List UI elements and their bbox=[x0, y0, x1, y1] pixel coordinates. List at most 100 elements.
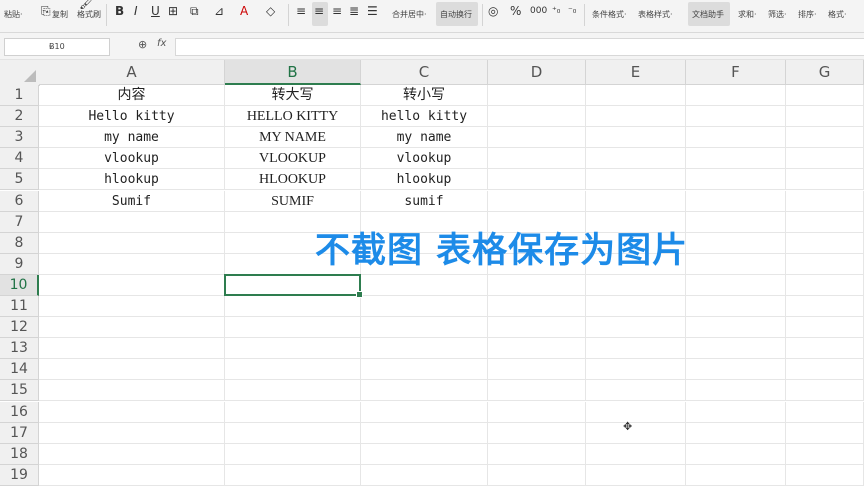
cell-g19[interactable] bbox=[786, 464, 864, 486]
cell-a3[interactable]: my name bbox=[39, 127, 225, 149]
cell-f19[interactable] bbox=[686, 464, 786, 486]
cell-b4[interactable]: VLOOKUP bbox=[225, 148, 361, 170]
cell-c3[interactable]: my name bbox=[361, 127, 488, 149]
cell-f17[interactable] bbox=[686, 422, 786, 444]
thousand-sep-icon[interactable]: 000 bbox=[530, 4, 547, 18]
cell-g2[interactable] bbox=[786, 106, 864, 128]
doc-assistant-button[interactable]: 文档助手 bbox=[692, 10, 724, 20]
cell-e13[interactable] bbox=[586, 338, 686, 360]
cell-f13[interactable] bbox=[686, 338, 786, 360]
cell-f9[interactable] bbox=[686, 253, 786, 275]
cell-e19[interactable] bbox=[586, 464, 686, 486]
cell-e3[interactable] bbox=[586, 127, 686, 149]
underline-button[interactable]: U bbox=[151, 4, 160, 18]
cell-b16[interactable] bbox=[225, 401, 361, 423]
cell-g11[interactable] bbox=[786, 296, 864, 318]
cell-c4[interactable]: vlookup bbox=[361, 148, 488, 170]
align-left-icon[interactable]: ≡ bbox=[296, 4, 306, 18]
cell-e11[interactable] bbox=[586, 296, 686, 318]
cell-e16[interactable] bbox=[586, 401, 686, 423]
cell-g15[interactable] bbox=[786, 380, 864, 402]
cell-b17[interactable] bbox=[225, 422, 361, 444]
row-header-12[interactable]: 12 bbox=[0, 317, 39, 339]
sum-button[interactable]: 求和· bbox=[738, 10, 757, 20]
cell-b6[interactable]: SUMIF bbox=[225, 190, 361, 212]
cell-e12[interactable] bbox=[586, 317, 686, 339]
distribute-icon[interactable]: ☰ bbox=[367, 4, 378, 18]
cell-f12[interactable] bbox=[686, 317, 786, 339]
cell-b14[interactable] bbox=[225, 359, 361, 381]
row-header-8[interactable]: 8 bbox=[0, 232, 39, 254]
cell-f18[interactable] bbox=[686, 443, 786, 465]
cell-d5[interactable] bbox=[488, 169, 586, 191]
cell-d11[interactable] bbox=[488, 296, 586, 318]
cell-b18[interactable] bbox=[225, 443, 361, 465]
cell-c11[interactable] bbox=[361, 296, 488, 318]
wrap-text-button[interactable]: 自动换行 bbox=[440, 10, 472, 20]
cell-c17[interactable] bbox=[361, 422, 488, 444]
fill-color-icon[interactable]: ⧉ bbox=[190, 4, 199, 18]
row-header-17[interactable]: 17 bbox=[0, 422, 39, 444]
cell-d14[interactable] bbox=[488, 359, 586, 381]
cell-f6[interactable] bbox=[686, 190, 786, 212]
align-right-icon[interactable]: ≡ bbox=[332, 4, 342, 18]
cell-d12[interactable] bbox=[488, 317, 586, 339]
cell-b11[interactable] bbox=[225, 296, 361, 318]
cell-c2[interactable]: hello kitty bbox=[361, 106, 488, 128]
cell-c10[interactable] bbox=[361, 274, 488, 296]
select-all-corner[interactable] bbox=[0, 60, 40, 86]
cell-b5[interactable]: HLOOKUP bbox=[225, 169, 361, 191]
cell-e1[interactable] bbox=[586, 85, 686, 107]
cell-g14[interactable] bbox=[786, 359, 864, 381]
merge-center-button[interactable]: 合并居中· bbox=[392, 10, 427, 20]
cell-f3[interactable] bbox=[686, 127, 786, 149]
cell-c18[interactable] bbox=[361, 443, 488, 465]
cell-d13[interactable] bbox=[488, 338, 586, 360]
cell-g8[interactable] bbox=[786, 232, 864, 254]
column-header-c[interactable]: C bbox=[361, 60, 488, 85]
cell-g3[interactable] bbox=[786, 127, 864, 149]
cell-d16[interactable] bbox=[488, 401, 586, 423]
cell-d3[interactable] bbox=[488, 127, 586, 149]
cell-e4[interactable] bbox=[586, 148, 686, 170]
row-header-16[interactable]: 16 bbox=[0, 401, 39, 423]
cell-a11[interactable] bbox=[39, 296, 225, 318]
increase-decimal-icon[interactable]: ⁺₀ bbox=[552, 4, 560, 18]
cell-d10[interactable] bbox=[488, 274, 586, 296]
font-color-icon[interactable]: A bbox=[240, 4, 248, 18]
column-header-f[interactable]: F bbox=[686, 60, 786, 85]
cell-b3[interactable]: MY NAME bbox=[225, 127, 361, 149]
number-format-icon[interactable]: ◎ bbox=[488, 4, 498, 18]
cell-d2[interactable] bbox=[488, 106, 586, 128]
highlight-icon[interactable]: ⊿ bbox=[214, 4, 224, 18]
row-header-4[interactable]: 4 bbox=[0, 148, 39, 170]
cell-a14[interactable] bbox=[39, 359, 225, 381]
italic-button[interactable]: I bbox=[134, 4, 138, 18]
cell-c5[interactable]: hlookup bbox=[361, 169, 488, 191]
cell-a15[interactable] bbox=[39, 380, 225, 402]
cell-d15[interactable] bbox=[488, 380, 586, 402]
cell-b19[interactable] bbox=[225, 464, 361, 486]
row-header-5[interactable]: 5 bbox=[0, 169, 39, 191]
border-icon[interactable]: ⊞ bbox=[168, 4, 178, 18]
cell-g12[interactable] bbox=[786, 317, 864, 339]
cell-f14[interactable] bbox=[686, 359, 786, 381]
cell-f1[interactable] bbox=[686, 85, 786, 107]
cell-f2[interactable] bbox=[686, 106, 786, 128]
cell-c13[interactable] bbox=[361, 338, 488, 360]
column-header-a[interactable]: A bbox=[39, 60, 225, 85]
cell-g7[interactable] bbox=[786, 211, 864, 233]
cell-a1[interactable]: 内容 bbox=[39, 85, 225, 107]
row-header-1[interactable]: 1 bbox=[0, 85, 39, 107]
cell-g10[interactable] bbox=[786, 274, 864, 296]
filter-button[interactable]: 筛选· bbox=[768, 10, 787, 20]
percent-button[interactable]: % bbox=[510, 4, 521, 18]
cell-a17[interactable] bbox=[39, 422, 225, 444]
cell-a9[interactable] bbox=[39, 253, 225, 275]
cell-a10[interactable] bbox=[39, 274, 225, 296]
cell-a6[interactable]: Sumif bbox=[39, 190, 225, 212]
cell-b13[interactable] bbox=[225, 338, 361, 360]
row-header-7[interactable]: 7 bbox=[0, 211, 39, 233]
row-header-13[interactable]: 13 bbox=[0, 338, 39, 360]
format-button[interactable]: 格式· bbox=[828, 10, 847, 20]
